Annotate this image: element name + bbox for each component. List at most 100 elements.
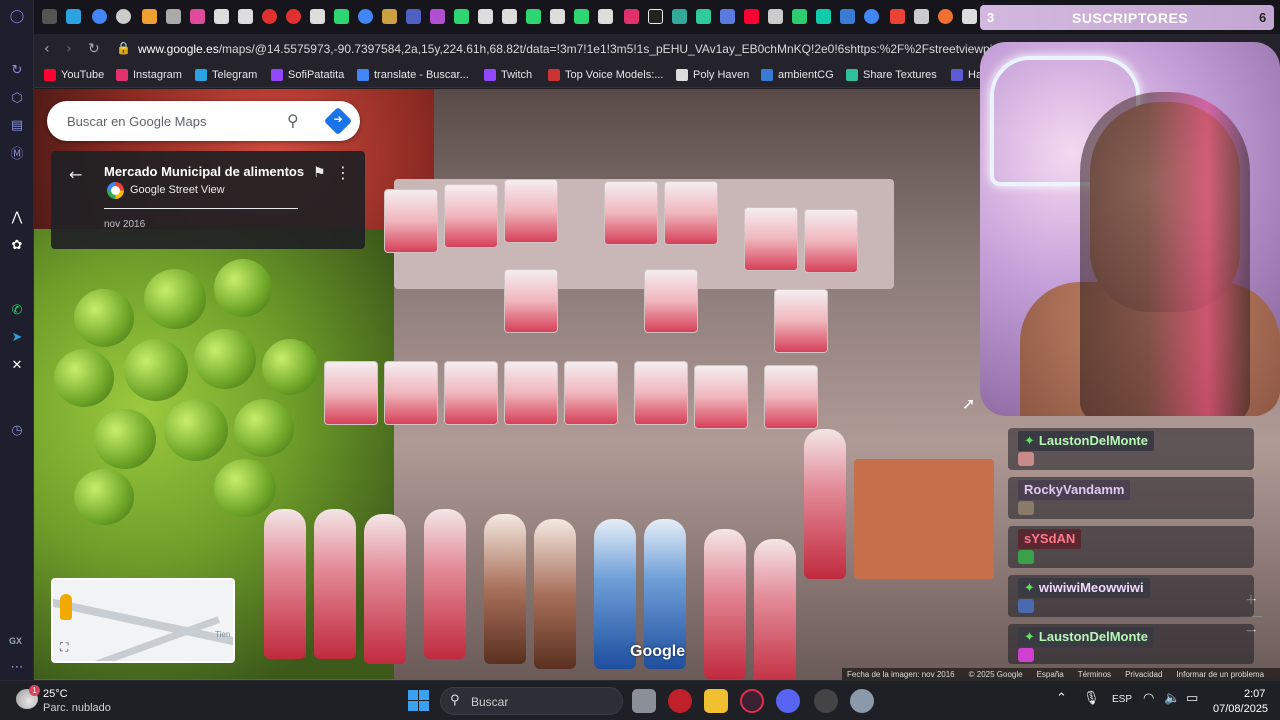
- tab-favicon[interactable]: [382, 9, 397, 24]
- tab-favicon[interactable]: [286, 9, 301, 24]
- microphone-icon[interactable]: 🎙: [1083, 691, 1100, 706]
- back-icon[interactable]: ‹: [44, 41, 50, 57]
- history-icon[interactable]: ◷: [8, 421, 26, 439]
- tab-favicon[interactable]: [768, 9, 783, 24]
- tab-favicon[interactable]: [890, 9, 905, 24]
- bookmark-polyhaven[interactable]: Poly Haven: [676, 69, 749, 81]
- weather-description[interactable]: Parc. nublado: [43, 702, 111, 714]
- tab-favicon[interactable]: [574, 9, 589, 24]
- search-icon[interactable]: ⚲: [287, 111, 299, 130]
- tab-favicon[interactable]: [720, 9, 735, 24]
- capture-date[interactable]: nov 2016: [104, 219, 145, 230]
- tab-favicon[interactable]: [502, 9, 517, 24]
- x-icon[interactable]: ✕: [8, 356, 26, 374]
- cube-icon[interactable]: ⬡: [8, 89, 26, 107]
- bookmark-translate[interactable]: translate - Buscar...: [357, 69, 469, 81]
- bookmark-sofipatatita[interactable]: SofiPatatita: [271, 69, 344, 81]
- expand-icon[interactable]: ⛶: [60, 640, 68, 655]
- refresh-icon[interactable]: ↻: [8, 61, 26, 79]
- tab-favicon[interactable]: [864, 9, 879, 24]
- tab-favicon[interactable]: [42, 9, 57, 24]
- tab-favicon[interactable]: [406, 9, 421, 24]
- opera-logo-icon[interactable]: ◯: [8, 7, 26, 25]
- windows-start-icon[interactable]: [408, 690, 429, 711]
- pegman-icon[interactable]: [60, 594, 72, 620]
- tab-favicon[interactable]: [310, 9, 325, 24]
- tab-favicon[interactable]: [430, 9, 445, 24]
- directions-icon[interactable]: ➜: [323, 106, 353, 136]
- maps-search-box[interactable]: Buscar en Google Maps ⚲ ➜: [47, 101, 360, 141]
- tab-favicon[interactable]: [696, 9, 711, 24]
- tab-favicon[interactable]: [962, 9, 977, 24]
- tab-favicon[interactable]: [816, 9, 831, 24]
- tab-favicon[interactable]: [214, 9, 229, 24]
- chevron-up-icon[interactable]: ⌃: [1056, 691, 1067, 706]
- app-icon[interactable]: [668, 689, 692, 713]
- more-icon[interactable]: ⋯: [8, 658, 26, 676]
- location-pin-icon[interactable]: ⚑: [313, 165, 326, 181]
- whatsapp-icon[interactable]: ✆: [8, 301, 26, 319]
- tab-favicon[interactable]: [938, 9, 953, 24]
- tab-favicon[interactable]: [116, 9, 131, 24]
- minimap[interactable]: Tien ⛶: [51, 578, 235, 663]
- battery-icon[interactable]: ▭: [1186, 691, 1198, 706]
- bookmark-ha[interactable]: Ha: [951, 69, 982, 81]
- controller-icon[interactable]: ▤: [8, 116, 26, 134]
- chatgpt-icon[interactable]: ✿: [8, 236, 26, 254]
- tab-favicon[interactable]: [66, 9, 81, 24]
- tab-favicon[interactable]: [262, 9, 277, 24]
- tab-favicon[interactable]: [334, 9, 349, 24]
- back-arrow-icon[interactable]: ←: [69, 165, 82, 184]
- bookmark-instagram[interactable]: Instagram: [116, 69, 182, 81]
- telegram-icon[interactable]: ➤: [8, 328, 26, 346]
- tab-favicon[interactable]: [840, 9, 855, 24]
- tab-favicon[interactable]: [478, 9, 493, 24]
- tab-favicon[interactable]: [190, 9, 205, 24]
- reload-icon[interactable]: ↻: [88, 41, 100, 57]
- tab-favicon[interactable]: [526, 9, 541, 24]
- tab-favicon[interactable]: [648, 9, 663, 24]
- aria-icon[interactable]: ⋀: [8, 208, 26, 226]
- clock-time[interactable]: 2:07: [1244, 688, 1265, 700]
- terms-link[interactable]: Términos: [1078, 670, 1111, 679]
- bookmark-twitch[interactable]: Twitch: [484, 69, 532, 81]
- country-link[interactable]: España: [1037, 670, 1064, 679]
- tab-favicon[interactable]: [238, 9, 253, 24]
- tab-favicon[interactable]: [92, 9, 107, 24]
- bookmark-youtube[interactable]: YouTube: [44, 69, 104, 81]
- taskbar-search[interactable]: ⚲ Buscar: [440, 687, 623, 715]
- volume-icon[interactable]: 🔈: [1164, 691, 1180, 706]
- language-indicator[interactable]: ESP: [1112, 694, 1132, 705]
- tab-favicon[interactable]: [550, 9, 565, 24]
- privacy-link[interactable]: Privacidad: [1125, 670, 1162, 679]
- tab-favicon[interactable]: [166, 9, 181, 24]
- bookmark-telegram[interactable]: Telegram: [195, 69, 257, 81]
- weather-temperature[interactable]: 25°C: [43, 688, 68, 700]
- wifi-icon[interactable]: ◠: [1143, 691, 1154, 706]
- opera-gx-icon[interactable]: [740, 689, 764, 713]
- tab-favicon[interactable]: [672, 9, 687, 24]
- forward-icon[interactable]: ›: [66, 41, 72, 57]
- tab-favicon[interactable]: [454, 9, 469, 24]
- url-field[interactable]: www.google.es/maps/@14.5575973,-90.73975…: [138, 42, 1028, 56]
- tab-favicon[interactable]: [358, 9, 373, 24]
- tab-favicon[interactable]: [792, 9, 807, 24]
- tab-favicon[interactable]: [744, 9, 759, 24]
- mail-icon[interactable]: Ⓜ: [8, 143, 26, 162]
- tab-favicon[interactable]: [624, 9, 639, 24]
- clock-date[interactable]: 07/08/2025: [1213, 703, 1268, 715]
- bookmark-ambientcg[interactable]: ambientCG: [761, 69, 834, 81]
- task-view-icon[interactable]: [632, 689, 656, 713]
- lock-icon[interactable]: 🔒: [116, 41, 131, 55]
- bookmark-voice-models[interactable]: Top Voice Models:...: [548, 69, 663, 81]
- tab-favicon[interactable]: [598, 9, 613, 24]
- tab-favicon[interactable]: [914, 9, 929, 24]
- discord-icon[interactable]: [776, 689, 800, 713]
- file-explorer-icon[interactable]: [704, 689, 728, 713]
- tab-favicon[interactable]: [142, 9, 157, 24]
- bookmark-share-textures[interactable]: Share Textures: [846, 69, 937, 81]
- report-link[interactable]: Informar de un problema: [1176, 670, 1264, 679]
- settings-icon[interactable]: [850, 689, 874, 713]
- more-options-icon[interactable]: ⋮: [335, 163, 351, 182]
- obs-icon[interactable]: [814, 689, 838, 713]
